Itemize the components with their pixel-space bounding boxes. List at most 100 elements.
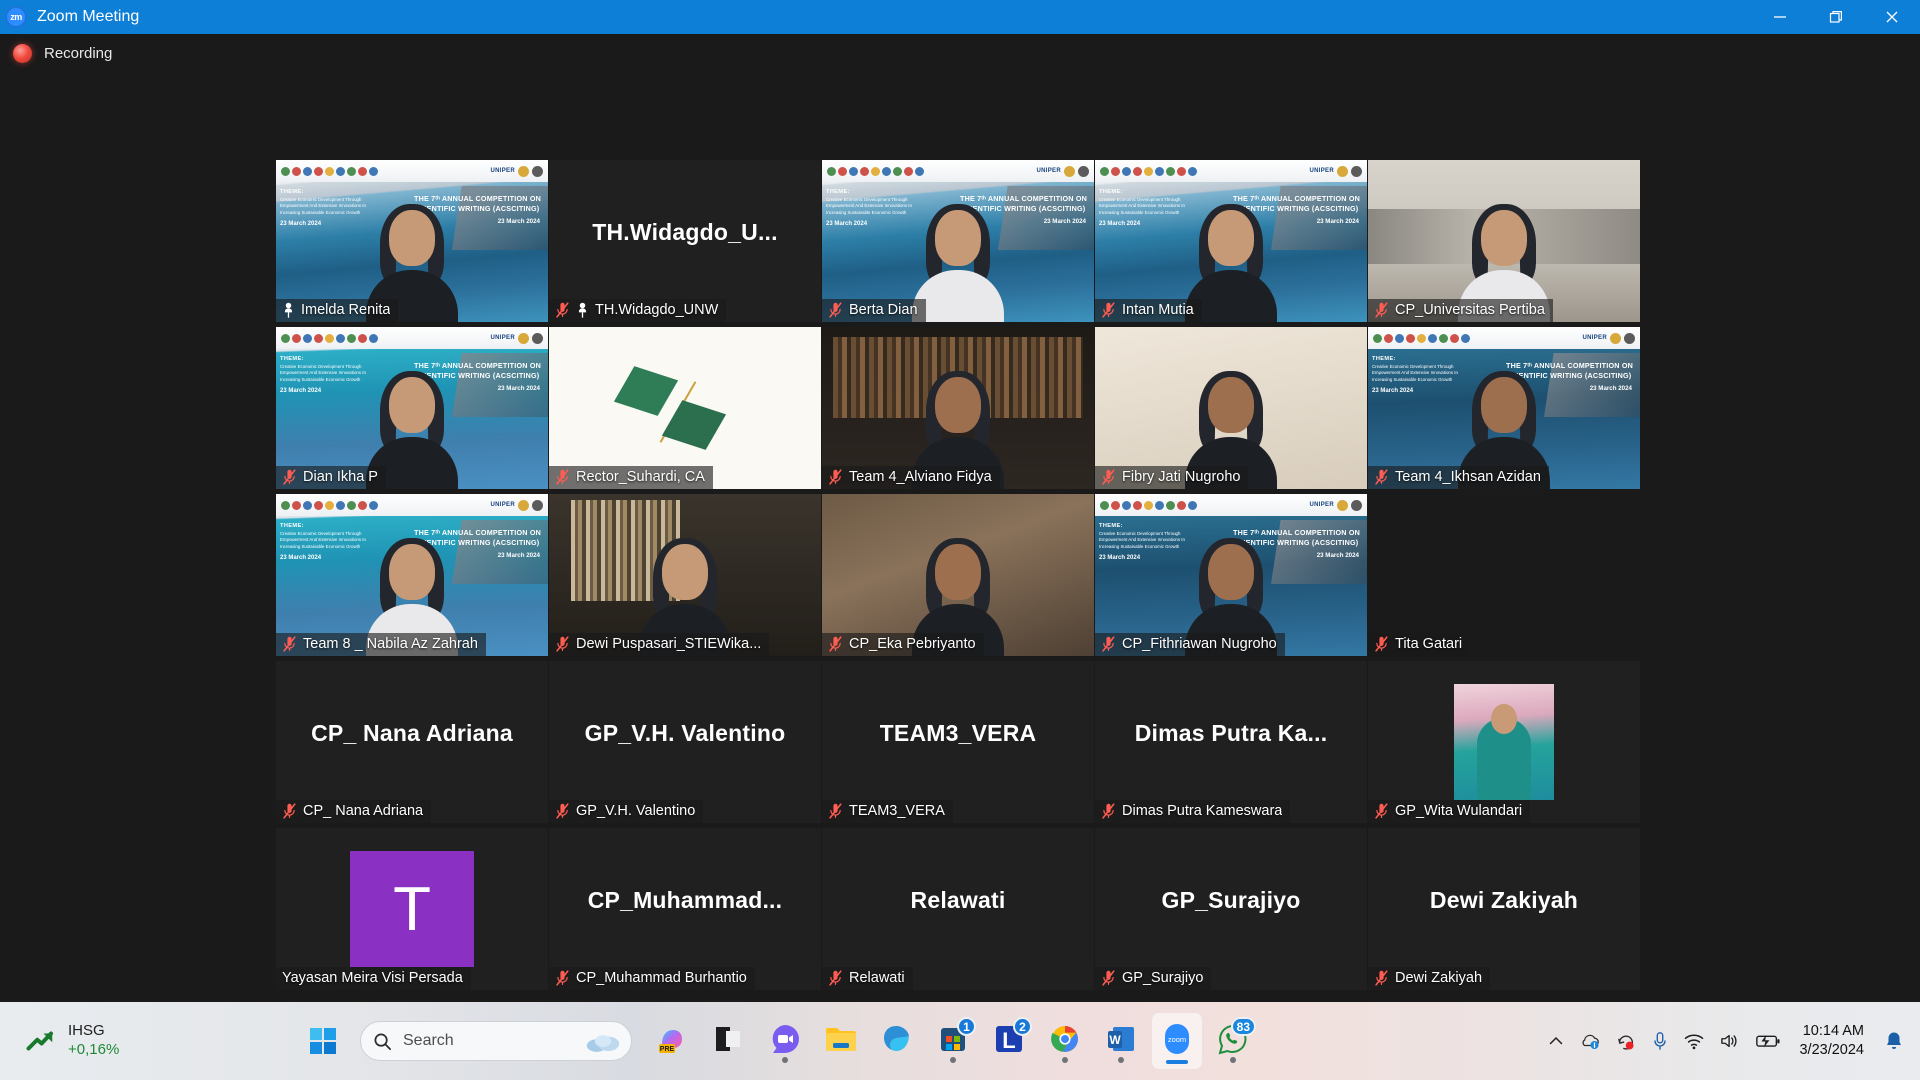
taskbar-app-microsoft-edge[interactable] <box>872 1013 922 1069</box>
participant-tile[interactable]: GP_Surajiyo GP_Surajiyo <box>1095 828 1367 990</box>
participant-tile[interactable]: UNIPER THEME: Creative Economic Developme… <box>276 494 548 656</box>
taskbar-app-file-explorer[interactable] <box>816 1013 866 1069</box>
partner-logo-icon <box>347 166 356 176</box>
partner-logo-icon <box>358 166 367 176</box>
vbg-theme-text: THEME: Creative Economic Development Thro… <box>280 189 366 228</box>
partner-logo-icon <box>1177 500 1186 510</box>
participant-tile[interactable]: Tita Gatari <box>1368 494 1640 656</box>
participant-tile[interactable]: UNIPER THEME: Creative Economic Developme… <box>822 160 1094 322</box>
participant-display-name-large: CP_ Nana Adriana <box>311 719 513 746</box>
participant-name: Team 4_Alviano Fidya <box>849 469 992 485</box>
partner-logo-icon <box>827 166 836 176</box>
partner-logo-icon <box>1111 166 1120 176</box>
partner-logo-icon <box>915 166 924 176</box>
running-app-indicator <box>1118 1057 1124 1063</box>
taskbar-app-buttons: PRE 1 L 2 Wzoom 83 <box>648 1013 1258 1069</box>
participant-tile[interactable]: Dimas Putra Ka... Dimas Putra Kameswara <box>1095 661 1367 823</box>
taskbar-search[interactable]: Search <box>360 1021 632 1061</box>
muted-microphone-icon <box>1102 636 1115 652</box>
taskbar-widgets[interactable]: IHSG +0,16% <box>0 1022 300 1060</box>
recording-indicator-bar: Recording <box>0 34 1920 72</box>
vbg-logo-strip: UNIPER <box>822 160 1094 182</box>
close-button[interactable] <box>1864 0 1920 34</box>
participant-tile[interactable]: Rector_Suhardi, CA <box>549 327 821 489</box>
onedrive-tray-button[interactable] <box>1579 1032 1601 1050</box>
taskbar-app-microsoft-word[interactable]: W <box>1096 1013 1146 1069</box>
participant-tile[interactable]: GP_Wita Wulandari <box>1368 661 1640 823</box>
notifications-button[interactable] <box>1884 1030 1904 1052</box>
restore-button[interactable] <box>1808 0 1864 34</box>
speaker-icon <box>1721 1034 1737 1048</box>
participant-tile[interactable]: CP_Universitas Pertiba <box>1368 160 1640 322</box>
shared-slide <box>549 327 821 489</box>
participant-name-strip: CP_Muhammad Burhantio <box>549 967 755 990</box>
muted-microphone-icon <box>556 302 569 318</box>
participant-video <box>1368 160 1640 322</box>
taskbar-app-lark-black[interactable] <box>704 1013 754 1069</box>
muted-microphone-icon <box>556 970 569 986</box>
participant-tile[interactable]: T Yayasan Meira Visi Persada <box>276 828 548 990</box>
partner-logo-icon <box>1373 333 1382 343</box>
show-hidden-icons-button[interactable] <box>1547 1032 1565 1050</box>
participant-tile[interactable]: UNIPER THEME: Creative Economic Developme… <box>1095 494 1367 656</box>
participant-tile[interactable]: CP_Muhammad... CP_Muhammad Burhantio <box>549 828 821 990</box>
avatar: T <box>350 851 474 967</box>
participant-tile[interactable]: CP_Eka Pebriyanto <box>822 494 1094 656</box>
participant-tile[interactable]: CP_ Nana Adriana CP_ Nana Adriana <box>276 661 548 823</box>
participant-name-strip: Fibry Jati Nugroho <box>1095 466 1249 489</box>
participant-name: Dian Ikha P <box>303 469 378 485</box>
network-tray-button[interactable] <box>1683 1032 1705 1050</box>
muted-microphone-icon <box>829 970 842 986</box>
running-app-indicator <box>1062 1057 1068 1063</box>
participant-tile[interactable]: UNIPER THEME: Creative Economic Developme… <box>276 327 548 489</box>
partner-logo-icon <box>336 166 345 176</box>
taskbar-app-google-chrome[interactable] <box>1040 1013 1090 1069</box>
volume-tray-button[interactable] <box>1719 1032 1741 1050</box>
muted-microphone-icon <box>829 302 842 318</box>
participant-name: Yayasan Meira Visi Persada <box>282 970 463 986</box>
screen-recorder-tray-button[interactable] <box>1615 1031 1637 1051</box>
taskbar-app-zoom-purple-chat[interactable] <box>760 1013 810 1069</box>
partner-logo-icon <box>1100 500 1109 510</box>
taskbar-clock[interactable]: 10:14 AM 3/23/2024 <box>1799 1022 1864 1060</box>
partner-logo-icon <box>1395 333 1404 343</box>
taskbar-app-lark-suite[interactable]: L2 <box>984 1013 1034 1069</box>
battery-tray-button[interactable] <box>1755 1032 1781 1050</box>
microsoft-word-icon: W <box>1105 1023 1137 1060</box>
svg-text:zoom: zoom <box>1168 1035 1186 1044</box>
university-logo: UNIPER <box>491 499 543 511</box>
participant-tile[interactable]: TH.Widagdo_U... TH.Widagdo_UNW <box>549 160 821 322</box>
participant-video: UNIPER THEME: Creative Economic Developme… <box>276 327 548 489</box>
participant-video <box>822 327 1094 489</box>
participant-name-strip: TEAM3_VERA <box>822 800 953 823</box>
vbg-logo-strip: UNIPER <box>276 327 548 349</box>
svg-text:W: W <box>1109 1033 1121 1047</box>
participant-tile[interactable]: UNIPER THEME: Creative Economic Developme… <box>1368 327 1640 489</box>
participant-name-strip: CP_ Nana Adriana <box>276 800 432 823</box>
minimize-button[interactable] <box>1752 0 1808 34</box>
participant-tile[interactable]: UNIPER THEME: Creative Economic Developme… <box>276 160 548 322</box>
taskbar-center: Search PRE 1 L 2 Wzoom 83 <box>300 1013 1547 1069</box>
participant-tile[interactable]: TEAM3_VERA TEAM3_VERA <box>822 661 1094 823</box>
taskbar-app-microsoft-store[interactable]: 1 <box>928 1013 978 1069</box>
vbg-event-date: 23 March 2024 <box>1043 218 1086 225</box>
participant-tile[interactable]: Dewi Puspasari_STIEWika... <box>549 494 821 656</box>
microphone-tray-button[interactable] <box>1651 1031 1669 1051</box>
participant-name: Dewi Puspasari_STIEWika... <box>576 636 762 652</box>
participant-tile[interactable]: Fibry Jati Nugroho <box>1095 327 1367 489</box>
start-button[interactable] <box>300 1018 346 1064</box>
participant-tile[interactable]: GP_V.H. Valentino GP_V.H. Valentino <box>549 661 821 823</box>
partner-logo-icon <box>1144 500 1153 510</box>
participant-tile[interactable]: UNIPER THEME: Creative Economic Developme… <box>1095 160 1367 322</box>
participant-tile[interactable]: Relawati Relawati <box>822 828 1094 990</box>
participant-tile[interactable]: Dewi Zakiyah Dewi Zakiyah <box>1368 828 1640 990</box>
taskbar-app-whatsapp[interactable]: 83 <box>1208 1013 1258 1069</box>
muted-microphone-icon <box>1375 469 1388 485</box>
partner-logo-icon <box>292 500 301 510</box>
taskbar-app-copilot-pre[interactable]: PRE <box>648 1013 698 1069</box>
vbg-theme-text: THEME: Creative Economic Development Thro… <box>826 189 912 228</box>
taskbar-app-zoom[interactable]: zoom <box>1152 1013 1202 1069</box>
partner-logo-icon <box>1155 500 1164 510</box>
participant-tile[interactable]: Team 4_Alviano Fidya <box>822 327 1094 489</box>
partner-logo-icon <box>1406 333 1415 343</box>
